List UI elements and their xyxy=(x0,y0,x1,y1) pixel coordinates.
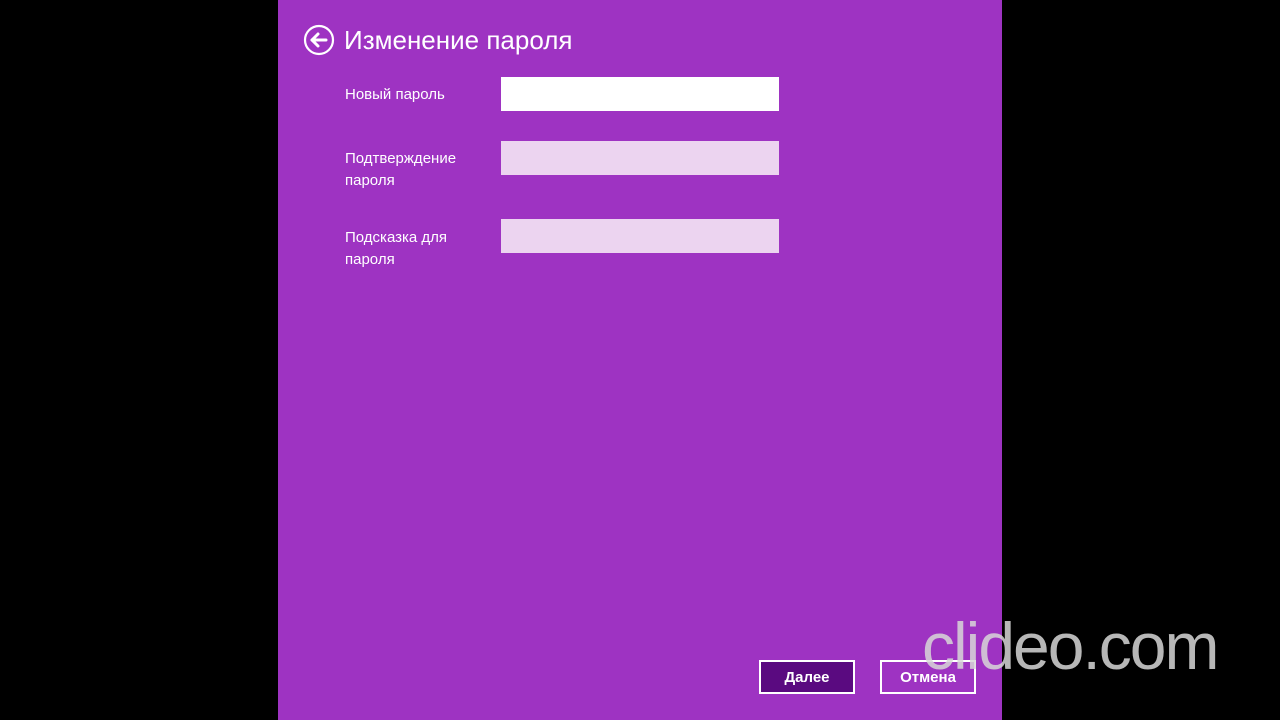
new-password-input[interactable] xyxy=(501,77,779,111)
cancel-button[interactable]: Отмена xyxy=(880,660,976,694)
screen: Изменение пароля Новый пароль Подтвержде… xyxy=(0,0,1280,720)
confirm-password-input[interactable] xyxy=(501,141,779,175)
new-password-label: Новый пароль xyxy=(345,86,445,103)
next-button[interactable]: Далее xyxy=(759,660,855,694)
page-title: Изменение пароля xyxy=(344,25,573,55)
back-button[interactable] xyxy=(303,24,335,56)
arrow-left-circle-icon xyxy=(303,24,335,56)
password-hint-input[interactable] xyxy=(501,219,779,253)
password-hint-label: Подсказка для пароля xyxy=(345,229,448,268)
confirm-password-label: Подтверждение пароля xyxy=(345,150,457,189)
